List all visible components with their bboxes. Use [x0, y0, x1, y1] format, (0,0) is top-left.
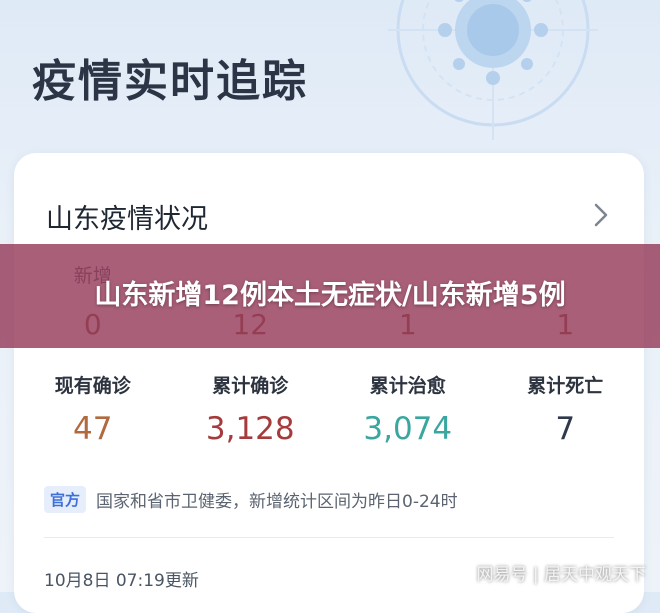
divider	[44, 537, 614, 538]
update-time: 10月8日 07:19更新	[44, 571, 199, 591]
total-labels-row: 现有确诊 累计确诊 累计治愈 累计死亡	[14, 371, 644, 398]
epidemic-card: 山东疫情状况 新增 0 12 1 1 现有确诊 累计确诊 累计治愈 累计死亡 4…	[14, 153, 644, 613]
headline-banner: 山东新增12例本土无症状/山东新增5例	[0, 244, 660, 348]
total-recovered-value: 3,074	[363, 411, 453, 447]
official-badge: 官方	[44, 486, 87, 513]
total-deaths-value: 7	[555, 411, 576, 447]
page-title: 疫情实时追踪	[32, 56, 308, 107]
headline-text: 山东新增12例本土无症状/山东新增5例	[94, 279, 566, 311]
total-confirmed-value: 3,128	[205, 411, 295, 447]
current-confirmed-value: 47	[73, 411, 113, 447]
total-confirmed-label: 累计确诊	[212, 375, 289, 397]
total-values-row: 47 3,128 3,074 7	[14, 411, 644, 447]
card-title: 山东疫情状况	[46, 204, 208, 235]
source-text: 国家和省市卫健委，新增统计区间为昨日0-24时	[96, 492, 458, 512]
current-confirmed-label: 现有确诊	[54, 375, 131, 397]
chevron-right-icon[interactable]	[590, 201, 612, 229]
watermark: 网易号 | 居天中观天下	[476, 565, 646, 585]
total-deaths-label: 累计死亡	[527, 375, 604, 397]
source-line: 官方 国家和省市卫健委，新增统计区间为昨日0-24时	[44, 486, 458, 513]
total-recovered-label: 累计治愈	[369, 375, 446, 397]
virus-icon	[388, 0, 598, 140]
